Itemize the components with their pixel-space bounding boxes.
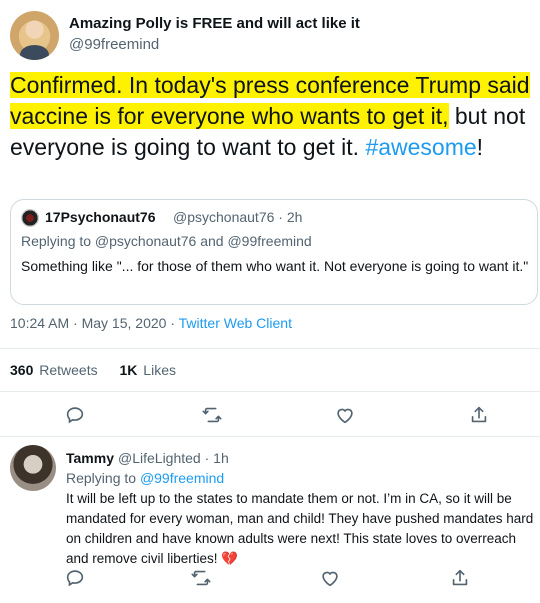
likes-label: Likes xyxy=(143,362,176,378)
retweet-icon[interactable] xyxy=(201,404,223,426)
reply-display-name[interactable]: Tammy xyxy=(66,450,114,466)
replying-mention[interactable]: @99freemind xyxy=(140,470,224,486)
source-link[interactable]: Twitter Web Client xyxy=(179,315,292,331)
share-icon[interactable] xyxy=(468,404,490,426)
reply-avatar[interactable] xyxy=(10,445,56,491)
like-icon[interactable] xyxy=(334,404,356,426)
reply-icon[interactable] xyxy=(64,404,86,426)
reply-replying-to: Replying to @99freemind xyxy=(66,470,224,486)
likes-stat[interactable]: 1K Likes xyxy=(120,362,176,378)
retweets-stat[interactable]: 360 Retweets xyxy=(10,362,98,378)
broken-heart-icon: 💔 xyxy=(221,551,239,566)
user-handle[interactable]: @99freemind xyxy=(69,36,159,53)
tweet-text: Confirmed. In today's press conference T… xyxy=(10,70,530,163)
quoted-replying-to: Replying to @psychonaut76 and @99freemin… xyxy=(21,233,312,249)
quoted-display-name: 17Psychonaut76 xyxy=(45,209,156,225)
like-icon[interactable] xyxy=(319,567,341,589)
retweets-label: Retweets xyxy=(39,362,98,378)
divider xyxy=(0,348,540,349)
stats-row: 360 Retweets 1K Likes xyxy=(10,362,176,378)
avatar[interactable] xyxy=(10,11,59,60)
hashtag-link[interactable]: #awesome xyxy=(365,134,476,160)
quoted-text: Something like "... for those of them wh… xyxy=(21,258,529,274)
divider xyxy=(0,391,540,392)
tweet-text-end: ! xyxy=(476,134,484,160)
display-name[interactable]: Amazing Polly is FREE and will act like … xyxy=(69,15,360,32)
quoted-handle-time: @psychonaut76 · 2h xyxy=(173,209,303,225)
retweets-count: 360 xyxy=(10,362,34,378)
reply-text: It will be left up to the states to mand… xyxy=(66,489,536,569)
timestamp[interactable]: 10:24 AM · May 15, 2020 · xyxy=(10,315,179,331)
divider xyxy=(0,436,540,437)
quoted-avatar xyxy=(21,209,39,227)
quoted-tweet[interactable]: 17Psychonaut76 @psychonaut76 · 2h Replyi… xyxy=(10,199,538,305)
reply-icon[interactable] xyxy=(64,567,86,589)
share-icon[interactable] xyxy=(449,567,471,589)
replying-prefix: Replying to xyxy=(66,470,140,486)
timestamp-row: 10:24 AM · May 15, 2020 · Twitter Web Cl… xyxy=(10,315,292,331)
likes-count: 1K xyxy=(119,362,138,378)
reply-handle-time[interactable]: @LifeLighted · 1h xyxy=(118,450,229,466)
retweet-icon[interactable] xyxy=(190,567,212,589)
reply-text-body: It will be left up to the states to mand… xyxy=(66,491,534,566)
